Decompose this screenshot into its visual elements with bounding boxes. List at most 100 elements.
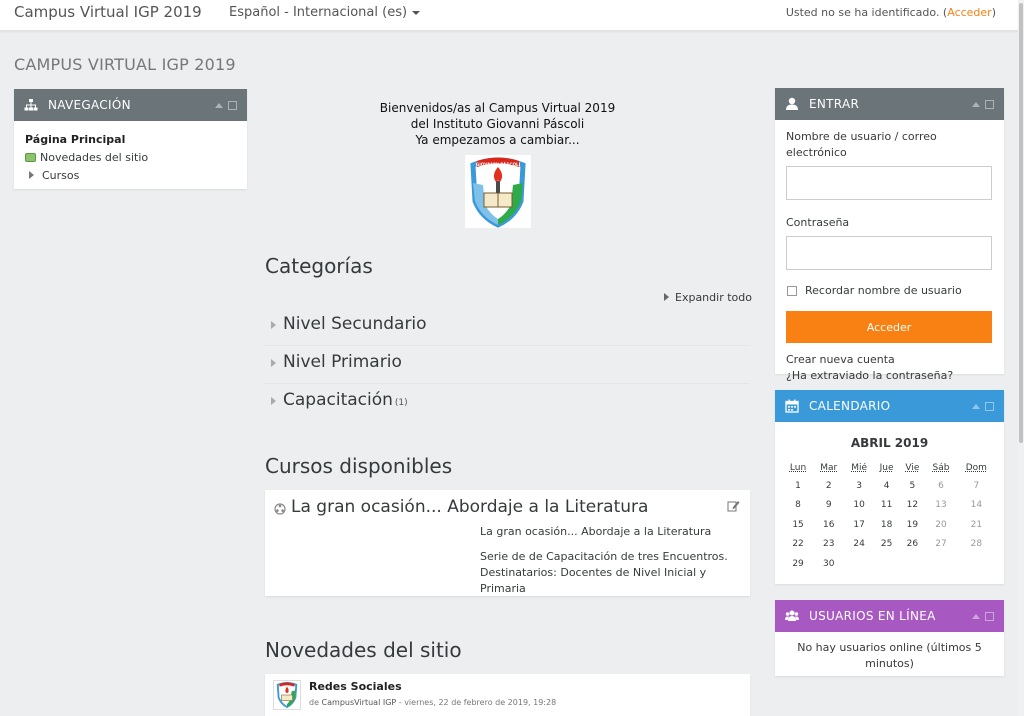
calendar-day[interactable]: 26 xyxy=(899,535,925,555)
block-controls[interactable] xyxy=(215,101,237,111)
online-users-block-header: USUARIOS EN LÍNEA xyxy=(775,600,1004,632)
forum-icon xyxy=(25,153,36,162)
calendar-block-header: CALENDARIO xyxy=(775,390,1004,422)
forgot-password-link[interactable]: ¿Ha extraviado la contraseña? xyxy=(786,368,993,384)
news-post-by: de xyxy=(309,698,319,707)
calendar-day[interactable]: 1 xyxy=(783,476,813,496)
calendar-day[interactable]: 18 xyxy=(874,515,900,535)
calendar-day[interactable]: 10 xyxy=(844,496,873,516)
password-input[interactable] xyxy=(786,236,992,270)
dock-icon[interactable] xyxy=(985,612,994,621)
news-post-meta: de CampusVirtual IGP - viernes, 22 de fe… xyxy=(309,698,556,707)
site-brand[interactable]: Campus Virtual IGP 2019 xyxy=(14,3,202,21)
login-block-header: ENTRAR xyxy=(775,88,1004,120)
scrollbar-thumb[interactable] xyxy=(1019,3,1023,443)
calendar-day[interactable]: 11 xyxy=(874,496,900,516)
dock-icon[interactable] xyxy=(228,101,237,110)
login-button[interactable]: Acceder xyxy=(786,311,992,343)
nav-item-courses[interactable]: Cursos xyxy=(25,167,237,185)
calendar-day[interactable]: 14 xyxy=(957,496,996,516)
calendar-day[interactable]: 27 xyxy=(925,535,956,555)
calendar-day[interactable]: 4 xyxy=(874,476,900,496)
block-controls[interactable] xyxy=(972,100,994,110)
calendar-day[interactable]: 3 xyxy=(844,476,873,496)
calendar-day[interactable]: 12 xyxy=(899,496,925,516)
weekday: Jue xyxy=(879,463,894,473)
calendar-day[interactable]: 17 xyxy=(844,515,873,535)
category-name[interactable]: Nivel Primario xyxy=(283,352,404,372)
category-item[interactable]: Nivel Primario xyxy=(265,346,750,384)
calendar-month: ABRIL 2019 xyxy=(850,436,929,450)
user-icon xyxy=(786,97,798,110)
navigation-block: NAVEGACIÓN Página Principal Novedades de… xyxy=(14,89,247,189)
news-post-title[interactable]: Redes Sociales xyxy=(309,680,402,693)
nav-item-home[interactable]: Página Principal xyxy=(25,131,237,149)
dock-icon[interactable] xyxy=(985,402,994,411)
online-users-message: No hay usuarios online (últimos 5 minuto… xyxy=(797,641,982,670)
calendar-day[interactable]: 6 xyxy=(925,476,956,496)
calendar-day[interactable]: 21 xyxy=(957,515,996,535)
calendar-day[interactable]: 29 xyxy=(783,554,813,574)
expand-all-label: Expandir todo xyxy=(675,291,752,304)
calendar-day[interactable]: 20 xyxy=(925,515,956,535)
edit-icon[interactable] xyxy=(727,499,740,512)
expand-all-link[interactable]: Expandir todo xyxy=(664,291,752,304)
category-count: (1) xyxy=(394,398,408,408)
username-label: Nombre de usuario / correo electrónico xyxy=(786,130,937,159)
chevron-down-icon xyxy=(412,10,421,15)
block-controls[interactable] xyxy=(972,402,994,412)
category-name[interactable]: Nivel Secundario xyxy=(283,314,429,334)
expand-arrow-icon[interactable] xyxy=(271,321,276,329)
remember-username-checkbox[interactable] xyxy=(787,286,797,296)
expand-arrow-icon[interactable] xyxy=(271,359,276,367)
nav-item-site-news[interactable]: Novedades del sitio xyxy=(25,149,237,167)
collapse-icon[interactable] xyxy=(972,614,980,619)
expand-arrow-icon[interactable] xyxy=(271,397,276,405)
calendar-day[interactable]: 30 xyxy=(813,554,844,574)
calendar-day[interactable]: 8 xyxy=(783,496,813,516)
course-title-link[interactable]: La gran ocasión... Abordaje a la Literat… xyxy=(291,497,648,517)
category-name[interactable]: Capacitación (1) xyxy=(283,390,408,410)
calendar-day xyxy=(899,554,925,574)
calendar-day[interactable]: 7 xyxy=(957,476,996,496)
page-scrollbar[interactable] xyxy=(1018,0,1024,716)
calendar-day[interactable]: 5 xyxy=(899,476,925,496)
course-summary: Serie de de Capacitación de tres Encuent… xyxy=(480,549,750,597)
calendar-day[interactable]: 2 xyxy=(813,476,844,496)
calendar-day[interactable]: 23 xyxy=(813,535,844,555)
calendar-day xyxy=(844,554,873,574)
calendar-day[interactable]: 16 xyxy=(813,515,844,535)
remember-username-label[interactable]: Recordar nombre de usuario xyxy=(805,283,962,299)
calendar-day[interactable]: 15 xyxy=(783,515,813,535)
language-selector[interactable]: Español - Internacional (es) xyxy=(229,5,421,20)
course-card: La gran ocasión... Abordaje a la Literat… xyxy=(265,490,750,596)
welcome-message: Bienvenidos/as al Campus Virtual 2019 de… xyxy=(265,100,730,148)
username-input[interactable] xyxy=(786,166,992,200)
course-summary-title: La gran ocasión... Abordaje a la Literat… xyxy=(480,525,712,538)
login-block-title: ENTRAR xyxy=(809,97,860,111)
collapse-icon[interactable] xyxy=(972,102,980,107)
news-post-author[interactable]: CampusVirtual IGP xyxy=(322,698,397,707)
block-controls[interactable] xyxy=(972,612,994,622)
calendar-week: 1 2 3 4 5 6 7 xyxy=(783,476,996,496)
avatar[interactable] xyxy=(273,680,301,710)
calendar-day xyxy=(957,554,996,574)
calendar-day[interactable]: 22 xyxy=(783,535,813,555)
collapse-icon[interactable] xyxy=(215,103,223,108)
calendar-day[interactable]: 28 xyxy=(957,535,996,555)
calendar-week: 22 23 24 25 26 27 28 xyxy=(783,535,996,555)
calendar-day[interactable]: 24 xyxy=(844,535,873,555)
login-block: ENTRAR Nombre de usuario / correo electr… xyxy=(775,88,1004,382)
category-item[interactable]: Nivel Secundario xyxy=(265,308,750,346)
login-link[interactable]: Acceder xyxy=(947,6,991,19)
create-account-link[interactable]: Crear nueva cuenta xyxy=(786,352,993,368)
calendar-day[interactable]: 9 xyxy=(813,496,844,516)
calendar-day[interactable]: 25 xyxy=(874,535,900,555)
collapse-icon[interactable] xyxy=(972,404,980,409)
category-item[interactable]: Capacitación (1) xyxy=(265,384,750,422)
users-icon xyxy=(785,610,799,621)
dock-icon[interactable] xyxy=(985,100,994,109)
calendar-day[interactable]: 13 xyxy=(925,496,956,516)
nav-item-courses-label: Cursos xyxy=(42,169,80,182)
calendar-day[interactable]: 19 xyxy=(899,515,925,535)
